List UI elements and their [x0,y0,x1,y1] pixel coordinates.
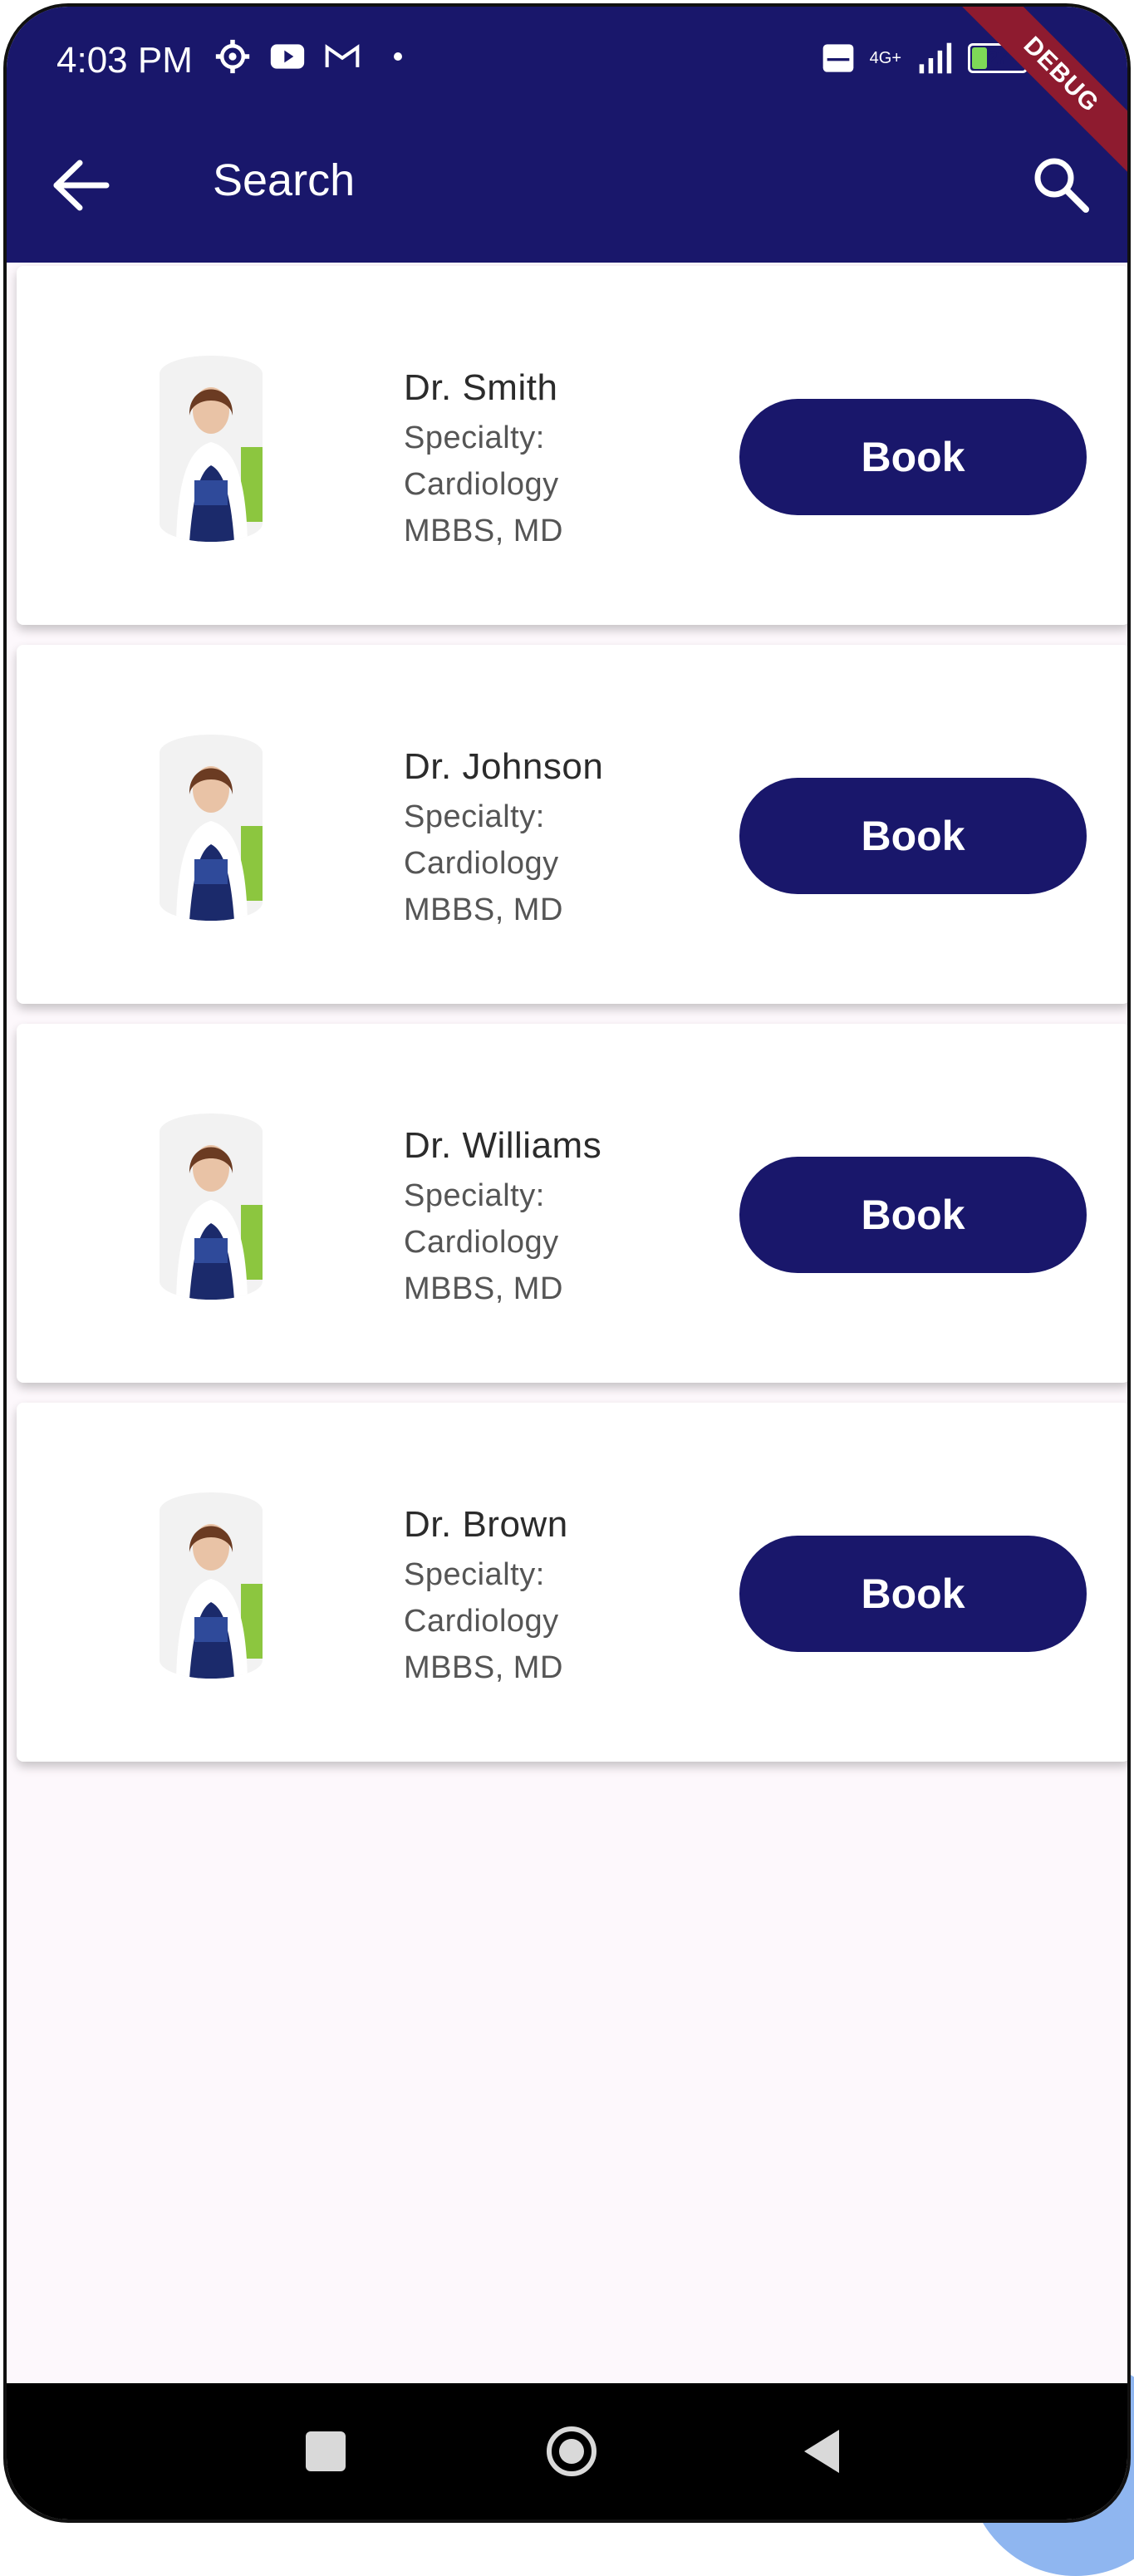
doctor-card: Dr. Smith Specialty: Cardiology MBBS, MD… [17,266,1127,625]
signal-icon [919,42,952,74]
network-type-label: 4G+ [869,49,901,67]
recents-square-icon[interactable] [306,2431,346,2471]
status-bar: 4:03 PM 4G+ 27 DEBUG [7,7,1127,179]
degree-text: MBBS, MD [404,892,563,927]
doctor-avatar [160,356,263,542]
doctor-card: Dr. Williams Specialty: Cardiology MBBS,… [17,1024,1127,1383]
doctor-name: Dr. Williams [404,1125,602,1166]
doctor-list: Dr. Smith Specialty: Cardiology MBBS, MD… [17,266,1127,1782]
specialty-value: Cardiology [404,1604,559,1639]
specialty-label: Specialty: [404,1178,545,1213]
doctor-avatar [160,1492,263,1679]
doctor-card: Dr. Johnson Specialty: Cardiology MBBS, … [17,645,1127,1004]
search-icon[interactable] [1028,151,1094,218]
degree-text: MBBS, MD [404,1650,563,1685]
specialty-label: Specialty: [404,799,545,834]
status-time: 4:03 PM [56,40,193,81]
status-icons-right: 4G+ 27 [822,40,1028,76]
home-circle-icon[interactable] [545,2425,598,2478]
status-icons-left [214,38,402,75]
arrow-back-icon[interactable] [48,156,123,214]
doctor-card: Dr. Brown Specialty: Cardiology MBBS, MD… [17,1403,1127,1762]
specialty-value: Cardiology [404,1225,559,1260]
book-button[interactable]: Book [739,778,1087,894]
specialty-value: Cardiology [404,467,559,502]
specialty-label: Specialty: [404,420,545,455]
notification-dot-icon [394,52,402,61]
doctor-avatar [160,735,263,921]
system-nav-bar [7,2383,1127,2519]
settings-gear-icon [215,39,250,74]
specialty-label: Specialty: [404,1557,545,1592]
book-button[interactable]: Book [739,1536,1087,1652]
app-bar: Search [7,131,1127,239]
volte-icon [822,44,853,72]
youtube-icon [270,44,305,69]
degree-text: MBBS, MD [404,1271,563,1306]
book-button[interactable]: Book [739,1157,1087,1273]
phone-frame: 4:03 PM 4G+ 27 DEBUG Search Dr. Smith Sp… [3,3,1131,2523]
gmail-icon [325,44,360,67]
doctor-avatar [160,1113,263,1300]
page-title: Search [213,155,356,205]
specialty-value: Cardiology [404,846,559,881]
top-app-bar: 4:03 PM 4G+ 27 DEBUG Search [7,7,1127,263]
doctor-name: Dr. Brown [404,1504,568,1545]
doctor-name: Dr. Johnson [404,746,604,787]
degree-text: MBBS, MD [404,514,563,548]
book-button[interactable]: Book [739,399,1087,515]
doctor-name: Dr. Smith [404,367,558,408]
back-triangle-icon[interactable] [801,2428,842,2475]
